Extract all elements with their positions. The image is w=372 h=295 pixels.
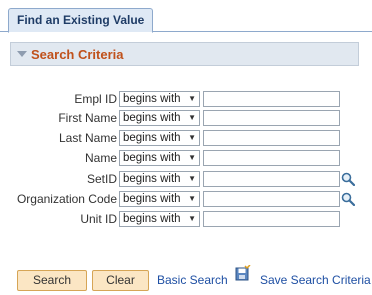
dropdown-arrow-icon: ▼ xyxy=(188,153,196,162)
dropdown-arrow-icon: ▼ xyxy=(188,174,196,183)
value-input[interactable] xyxy=(203,211,340,227)
value-input[interactable] xyxy=(203,91,340,107)
dropdown-arrow-icon: ▼ xyxy=(188,194,196,203)
tab-find-existing-value[interactable]: Find an Existing Value xyxy=(8,8,154,33)
operator-value: begins with xyxy=(123,152,181,164)
dropdown-arrow-icon: ▼ xyxy=(188,214,196,223)
search-criteria-title: Search Criteria xyxy=(31,46,124,62)
save-search-criteria-link[interactable]: Save Search Criteria xyxy=(260,273,371,287)
field-label: Last Name xyxy=(58,131,117,145)
operator-select[interactable]: begins with ▼ xyxy=(119,171,200,187)
tab-strip: Find an Existing Value xyxy=(0,8,372,33)
value-input[interactable] xyxy=(203,150,340,166)
operator-value: begins with xyxy=(123,213,181,225)
field-label: SetID xyxy=(86,172,117,186)
value-input[interactable] xyxy=(203,171,340,187)
operator-select[interactable]: begins with ▼ xyxy=(119,130,200,146)
operator-select[interactable]: begins with ▼ xyxy=(119,211,200,227)
operator-value: begins with xyxy=(123,93,181,105)
search-page: Find an Existing Value Search Criteria E… xyxy=(0,0,372,295)
value-input[interactable] xyxy=(203,130,340,146)
field-row-empl-id: Empl ID begins with ▼ xyxy=(0,91,372,109)
field-row-setid: SetID begins with ▼ xyxy=(0,171,372,189)
collapse-triangle-icon[interactable] xyxy=(17,51,27,57)
dropdown-arrow-icon: ▼ xyxy=(188,94,196,103)
clear-button[interactable]: Clear xyxy=(92,270,149,291)
operator-select[interactable]: begins with ▼ xyxy=(119,150,200,166)
field-row-unit-id: Unit ID begins with ▼ xyxy=(0,211,372,229)
field-label: Name xyxy=(84,151,117,165)
operator-value: begins with xyxy=(123,112,181,124)
field-label: First Name xyxy=(58,111,117,125)
operator-select[interactable]: begins with ▼ xyxy=(119,191,200,207)
operator-value: begins with xyxy=(123,173,181,185)
save-criteria-icon[interactable] xyxy=(235,265,251,281)
dropdown-arrow-icon: ▼ xyxy=(188,113,196,122)
field-row-organization-code: Organization Code begins with ▼ xyxy=(0,191,372,209)
operator-select[interactable]: begins with ▼ xyxy=(119,110,200,126)
field-row-name: Name begins with ▼ xyxy=(0,150,372,168)
operator-value: begins with xyxy=(123,193,181,205)
field-row-last-name: Last Name begins with ▼ xyxy=(0,130,372,148)
lookup-magnifier-icon[interactable] xyxy=(341,172,355,186)
value-input[interactable] xyxy=(203,191,340,207)
field-label: Empl ID xyxy=(74,92,117,106)
dropdown-arrow-icon: ▼ xyxy=(188,133,196,142)
search-button[interactable]: Search xyxy=(17,270,87,291)
field-label: Unit ID xyxy=(80,212,117,226)
operator-value: begins with xyxy=(123,132,181,144)
lookup-magnifier-icon[interactable] xyxy=(341,192,355,206)
value-input[interactable] xyxy=(203,110,340,126)
basic-search-link[interactable]: Basic Search xyxy=(157,273,228,287)
operator-select[interactable]: begins with ▼ xyxy=(119,91,200,107)
search-criteria-header[interactable]: Search Criteria xyxy=(10,42,359,66)
field-label: Organization Code xyxy=(16,192,117,206)
field-row-first-name: First Name begins with ▼ xyxy=(0,110,372,128)
